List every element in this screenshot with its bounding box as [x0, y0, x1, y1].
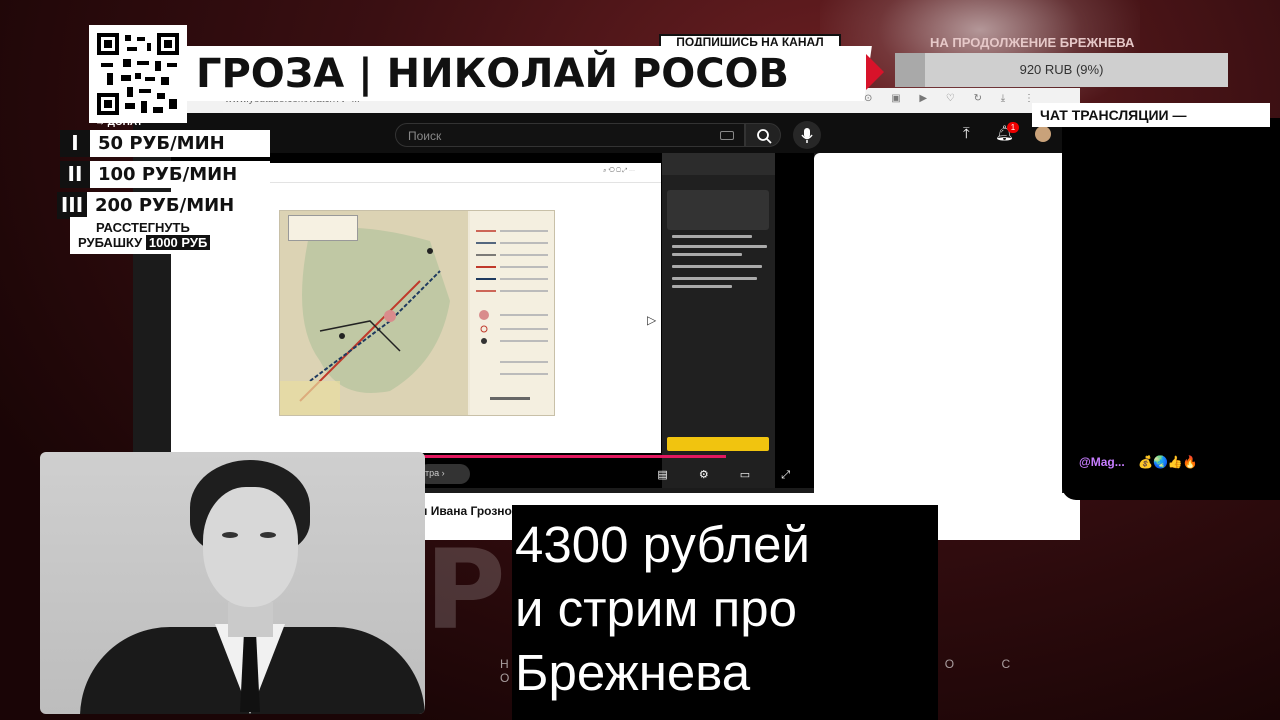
- webcam-face: [203, 487, 298, 607]
- donate-label: → ДОНАТ: [95, 117, 143, 128]
- shirt-donation-box: РАССТЕГНУТЬ РУБАШКУ 1000 РУБ: [70, 217, 265, 254]
- inner-chat-highlight: [667, 437, 769, 451]
- mouse-cursor-icon: ▷: [647, 313, 657, 327]
- legend-symbols: [476, 230, 548, 400]
- shirt-price: 1000 РУБ: [145, 235, 211, 250]
- goal-progress-bar: 920 RUB (9%): [895, 53, 1228, 87]
- inner-chat-line: [672, 235, 752, 238]
- inner-chat-line: [672, 285, 732, 288]
- goal-label: НА ПРОДОЛЖЕНИЕ БРЕЖНЕВА: [930, 35, 1135, 50]
- inner-chat-line: [672, 265, 762, 268]
- notification-badge: 1: [1007, 122, 1019, 133]
- inner-chat-window: [662, 153, 775, 488]
- browser-toolbar-icons[interactable]: ✎ ⊙ ▣ ▶ ♡ ↻ ⤓ ⋮: [837, 93, 1042, 104]
- inner-chat-header: [662, 153, 775, 175]
- inner-chat-pinned: [667, 190, 769, 230]
- stream-overlay: { "header": { "title": "ГРОЗА | НИКОЛАЙ …: [0, 0, 1280, 720]
- donation-tier: II 100 РУБ/МИН: [60, 161, 270, 188]
- shirt-line-2: РУБАШКУ: [78, 235, 143, 250]
- chapter-pill[interactable]: тра ›: [418, 464, 470, 484]
- side-panel: [814, 153, 1062, 493]
- stream-chat-header: ЧАТ ТРАНСЛЯЦИИ —: [1032, 103, 1270, 127]
- stream-chat-panel: [1062, 118, 1280, 500]
- inner-toolbar-icons: ⌕ ⟲ ▢ ⤢ ⋯: [603, 168, 635, 174]
- tier-price: 200 РУБ/МИН: [95, 195, 235, 216]
- inner-chat-line: [672, 245, 767, 248]
- map-caption-box: [288, 215, 358, 241]
- donation-tier: I 50 РУБ/МИН: [60, 130, 270, 157]
- qr-code: [89, 25, 187, 123]
- webcam-eye: [222, 532, 238, 538]
- player-control-icons[interactable]: ▤ ⚙ ▭ ⤢: [657, 468, 804, 482]
- qr-pattern: [97, 33, 179, 115]
- keyboard-icon[interactable]: [720, 131, 734, 140]
- chat-username: @Mag...: [1079, 455, 1125, 469]
- youtube-header: Поиск ⤒ 🔔︎ 1: [133, 113, 1080, 153]
- map-drawing: [280, 227, 450, 415]
- search-placeholder: Поиск: [408, 129, 442, 143]
- search-icon: [757, 129, 772, 144]
- caption-box: 4300 рублей и стрим про Брежнева: [512, 505, 938, 720]
- tier-number: III: [57, 192, 87, 219]
- donation-tier: III 200 РУБ/МИН: [57, 192, 270, 219]
- upload-icon[interactable]: ⤒: [963, 125, 970, 142]
- stream-title: ГРОЗА | НИКОЛАЙ РОСОВ: [196, 51, 790, 97]
- chat-emoji: 💰🌏👍🔥: [1138, 455, 1198, 469]
- tier-number: I: [60, 130, 90, 157]
- search-button[interactable]: [745, 123, 781, 147]
- caption-line: Брежнева: [515, 644, 751, 701]
- inner-chat-line: [672, 277, 757, 280]
- chat-message: @Mag... 💰🌏👍🔥: [1079, 455, 1198, 469]
- tier-price: 100 РУБ/МИН: [98, 164, 238, 185]
- tier-price: 50 РУБ/МИН: [98, 133, 225, 154]
- webcam-feed: [40, 452, 425, 714]
- video-title[interactable]: и Ивана Грозно: [420, 504, 512, 518]
- microphone-icon: [801, 128, 813, 143]
- map-legend: [470, 211, 554, 415]
- caption-line: 4300 рублей: [515, 516, 811, 573]
- microphone-button[interactable]: [793, 121, 821, 149]
- shirt-line-1: РАССТЕГНУТЬ: [96, 220, 190, 235]
- search-input[interactable]: Поиск: [395, 123, 745, 147]
- caption-line: и стрим про: [515, 580, 797, 637]
- webcam-eye: [260, 532, 276, 538]
- inner-chat-line: [672, 253, 742, 256]
- historical-map: [279, 210, 555, 416]
- tier-number: II: [60, 161, 90, 188]
- map-territory: [280, 211, 468, 415]
- webcam-neck: [228, 602, 273, 637]
- goal-amount: 920 RUB (9%): [1019, 62, 1104, 77]
- avatar[interactable]: [1035, 126, 1051, 142]
